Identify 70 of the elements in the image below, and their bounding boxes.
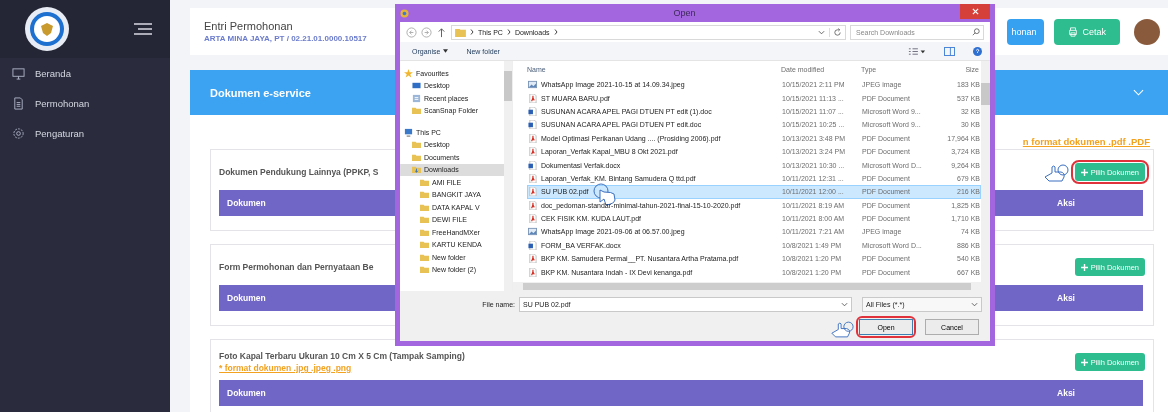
chevron-right-icon <box>506 29 511 35</box>
chevron-down-icon <box>1133 89 1144 96</box>
dropdown-caret-icon <box>971 302 978 307</box>
folder-icon <box>412 106 421 116</box>
pdf-file-icon <box>528 254 537 264</box>
computer-icon <box>404 127 413 137</box>
word-file-icon <box>528 120 537 130</box>
card-title: Form Permohonan dan Pernyataan Be <box>219 262 374 272</box>
chevron-right-icon <box>470 29 474 35</box>
sidebar-item[interactable]: Permohonan <box>0 88 170 118</box>
caret-icon <box>443 49 449 53</box>
document-icon <box>12 96 25 110</box>
image-file-icon <box>528 227 537 237</box>
column-header: Dokumen <box>227 198 266 208</box>
card-title: Dokumen Pendukung Lainnya (PPKP, S <box>219 167 379 177</box>
page-title: Entri Permohonan <box>204 20 294 32</box>
plus-icon <box>1080 168 1088 176</box>
plus-icon <box>1080 358 1088 366</box>
recent-places-icon <box>412 93 421 103</box>
pdf-file-icon <box>528 187 537 197</box>
column-header: Dokumen <box>227 388 266 398</box>
menu-icon[interactable] <box>134 23 152 35</box>
view-list-icon[interactable] <box>908 46 926 56</box>
image-file-icon <box>528 80 537 90</box>
star-icon <box>404 68 413 78</box>
search-icon <box>972 28 980 36</box>
hand-pointer-icon <box>830 320 854 339</box>
column-header: Aksi <box>1057 388 1075 398</box>
folder-icon <box>412 165 421 175</box>
chevron-right-icon <box>553 29 558 35</box>
close-button[interactable] <box>960 4 990 19</box>
sidebar-item[interactable]: Beranda <box>0 58 170 88</box>
column-header: Dokumen <box>227 293 266 303</box>
pdf-file-icon <box>528 200 537 210</box>
pdf-file-icon <box>528 133 537 143</box>
pdf-file-icon <box>528 147 537 157</box>
scrollbar[interactable] <box>504 61 512 291</box>
app-icon <box>400 8 409 18</box>
pdf-file-icon <box>528 93 537 103</box>
pdf-file-icon <box>528 214 537 224</box>
dropdown-caret-icon <box>841 302 848 307</box>
up-arrow-icon[interactable] <box>436 26 447 38</box>
printer-icon <box>1068 26 1079 37</box>
help-icon[interactable] <box>973 46 982 56</box>
card-title: Foto Kapal Terbaru Ukuran 10 Cm X 5 Cm (Tampak Samping) <box>219 351 465 361</box>
dialog-title: Open <box>672 8 697 18</box>
preview-pane-icon[interactable] <box>944 46 955 56</box>
word-file-icon <box>528 106 537 116</box>
refresh-icon[interactable] <box>829 27 842 37</box>
close-icon <box>971 8 979 15</box>
back-icon[interactable] <box>406 26 417 38</box>
pdf-file-icon <box>528 267 537 277</box>
page-subtitle: ARTA MINA JAYA, PT / 02.21.01.0000.10517 <box>204 34 367 43</box>
word-file-icon <box>528 160 537 170</box>
emblem-logo <box>24 6 70 52</box>
folder-icon <box>455 27 466 37</box>
word-file-icon <box>528 240 537 250</box>
section-title: Dokumen e-service <box>210 86 311 99</box>
monitor-icon <box>12 66 25 80</box>
hand-pointer-icon <box>1042 163 1069 183</box>
avatar[interactable] <box>1134 18 1160 45</box>
pdf-file-icon <box>528 173 537 183</box>
plus-icon <box>1080 263 1088 271</box>
gear-icon <box>12 126 25 140</box>
desktop-icon <box>412 81 421 91</box>
scrollbar[interactable] <box>981 61 990 291</box>
sidebar-item[interactable]: Pengaturan <box>0 118 170 148</box>
column-header: Aksi <box>1057 198 1075 208</box>
column-header: Aksi <box>1057 293 1075 303</box>
dropdown-caret-icon[interactable] <box>818 29 825 35</box>
